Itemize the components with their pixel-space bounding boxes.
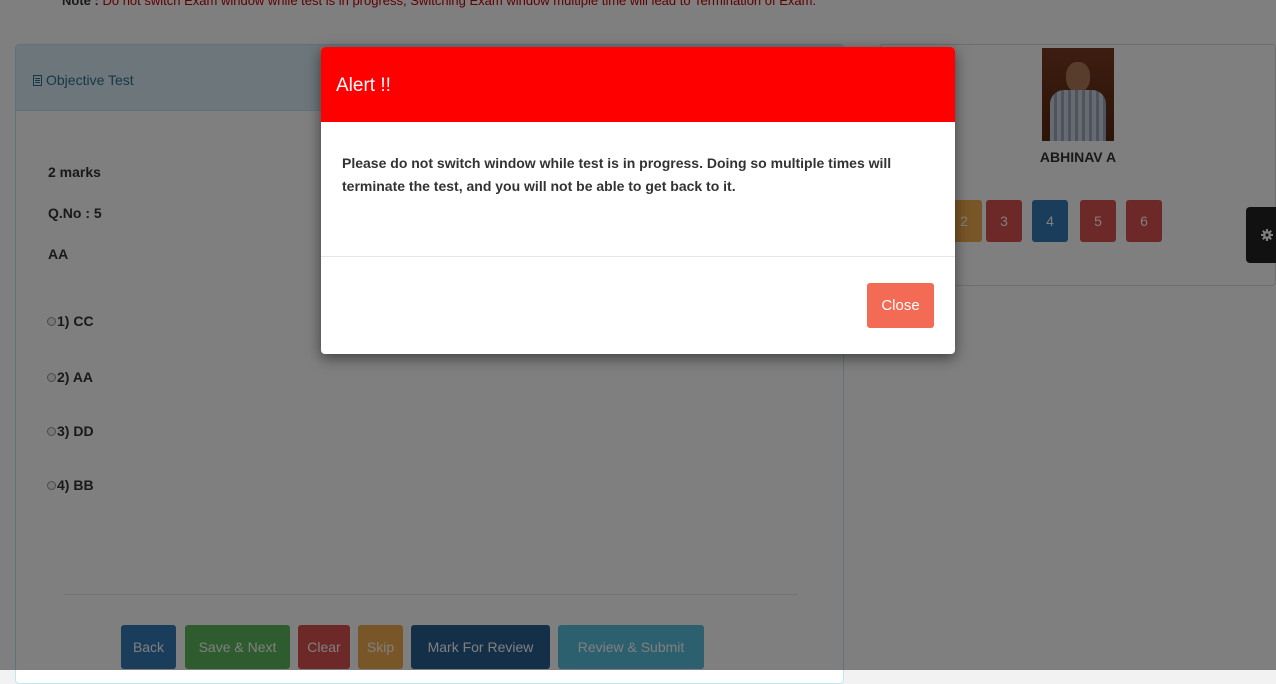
modal-header: Alert !! — [321, 47, 955, 122]
modal-message: Please do not switch window while test i… — [321, 122, 955, 257]
alert-modal: Alert !! Please do not switch window whi… — [321, 47, 955, 354]
close-button[interactable]: Close — [867, 283, 934, 328]
